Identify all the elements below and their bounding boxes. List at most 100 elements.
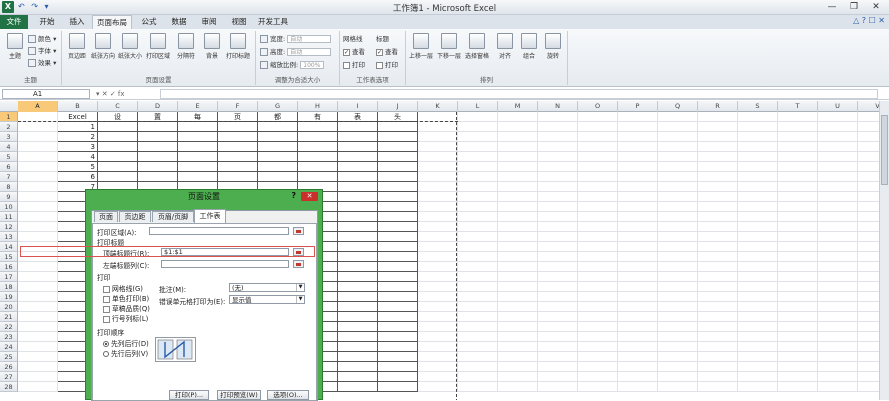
cell[interactable] [338, 152, 378, 162]
cell[interactable] [738, 242, 778, 252]
cell[interactable] [418, 292, 458, 302]
cell[interactable] [698, 352, 738, 362]
cell[interactable] [778, 332, 818, 342]
cell[interactable] [458, 152, 498, 162]
cell[interactable] [18, 122, 58, 132]
themes-button[interactable]: 主题 [2, 33, 28, 60]
cell[interactable] [98, 152, 138, 162]
tab-file[interactable]: 文件 [0, 15, 28, 29]
ribbon-window-controls[interactable]: △ ? ☐ ✕ [853, 16, 885, 25]
column-header-p[interactable]: P [618, 101, 658, 112]
cell[interactable] [738, 112, 778, 122]
cell[interactable] [618, 312, 658, 322]
cell[interactable] [338, 312, 378, 322]
cell[interactable] [378, 122, 418, 132]
cell[interactable] [738, 372, 778, 382]
cell[interactable] [738, 192, 778, 202]
cell[interactable] [578, 382, 618, 392]
cell[interactable] [618, 292, 658, 302]
width-control[interactable]: 宽度: 自动 [260, 33, 332, 43]
cell[interactable] [18, 312, 58, 322]
cell[interactable] [498, 282, 538, 292]
cell[interactable] [818, 192, 858, 202]
cell[interactable] [538, 122, 578, 132]
row-header[interactable]: 11 [0, 212, 18, 222]
cell[interactable] [338, 132, 378, 142]
column-header-l[interactable]: L [458, 101, 498, 112]
cell[interactable] [18, 182, 58, 192]
row-header[interactable]: 4 [0, 142, 18, 152]
cell[interactable] [698, 302, 738, 312]
cell[interactable] [338, 292, 378, 302]
orientation-button[interactable]: 纸张方向 [90, 33, 116, 60]
cell[interactable] [618, 222, 658, 232]
cell[interactable] [578, 202, 618, 212]
cell[interactable] [338, 222, 378, 232]
cell[interactable] [658, 362, 698, 372]
cell[interactable] [738, 142, 778, 152]
tab-developer[interactable]: 开发工具 [254, 15, 292, 29]
cell[interactable] [578, 172, 618, 182]
cell[interactable] [458, 242, 498, 252]
theme-colors-button[interactable]: 颜色 ▾ [28, 33, 56, 43]
cell[interactable] [698, 242, 738, 252]
gridlines-print-checkbox[interactable]: 打印 [343, 59, 365, 69]
cell[interactable] [538, 292, 578, 302]
cell[interactable] [218, 152, 258, 162]
cell[interactable] [338, 362, 378, 372]
cell[interactable] [378, 332, 418, 342]
cell[interactable] [778, 272, 818, 282]
cell[interactable] [378, 252, 418, 262]
cell[interactable] [138, 122, 178, 132]
cell[interactable] [618, 252, 658, 262]
cell[interactable] [738, 222, 778, 232]
cell[interactable]: 6 [58, 172, 98, 182]
tab-view[interactable]: 视图 [224, 15, 254, 29]
column-header-j[interactable]: J [378, 101, 418, 112]
theme-fonts-button[interactable]: 字体 ▾ [28, 45, 56, 55]
tab-page[interactable]: 页面 [94, 211, 118, 222]
cell[interactable] [618, 272, 658, 282]
cell[interactable] [578, 262, 618, 272]
cell[interactable] [698, 162, 738, 172]
cell[interactable] [298, 132, 338, 142]
cell[interactable] [818, 272, 858, 282]
cell[interactable] [578, 292, 618, 302]
row-header[interactable]: 9 [0, 192, 18, 202]
cell[interactable] [818, 132, 858, 142]
cell[interactable] [698, 122, 738, 132]
cell[interactable] [698, 362, 738, 372]
cell[interactable] [698, 252, 738, 262]
cell[interactable] [298, 172, 338, 182]
cell[interactable] [738, 362, 778, 372]
cell[interactable] [778, 152, 818, 162]
cell[interactable] [578, 142, 618, 152]
cell[interactable] [338, 272, 378, 282]
cell[interactable] [658, 122, 698, 132]
cell[interactable] [818, 332, 858, 342]
cell[interactable] [578, 182, 618, 192]
cell[interactable] [298, 122, 338, 132]
cell[interactable] [18, 172, 58, 182]
cell[interactable] [498, 302, 538, 312]
cell[interactable] [658, 142, 698, 152]
cell[interactable] [818, 282, 858, 292]
cell[interactable] [738, 342, 778, 352]
column-header-u[interactable]: U [818, 101, 858, 112]
row-header[interactable]: 13 [0, 232, 18, 242]
cell[interactable] [218, 122, 258, 132]
cell[interactable] [818, 152, 858, 162]
cell[interactable] [738, 172, 778, 182]
cell[interactable] [218, 132, 258, 142]
column-header-o[interactable]: O [578, 101, 618, 112]
cell[interactable] [578, 332, 618, 342]
theme-effects-button[interactable]: 效果 ▾ [28, 57, 56, 67]
cell[interactable] [378, 222, 418, 232]
cell[interactable]: 5 [58, 162, 98, 172]
formula-buttons[interactable]: ▾ ✕ ✓ fx [96, 88, 156, 100]
cell[interactable] [18, 372, 58, 382]
cell[interactable] [738, 252, 778, 262]
cell[interactable] [378, 342, 418, 352]
cell[interactable] [298, 142, 338, 152]
cell[interactable] [618, 372, 658, 382]
